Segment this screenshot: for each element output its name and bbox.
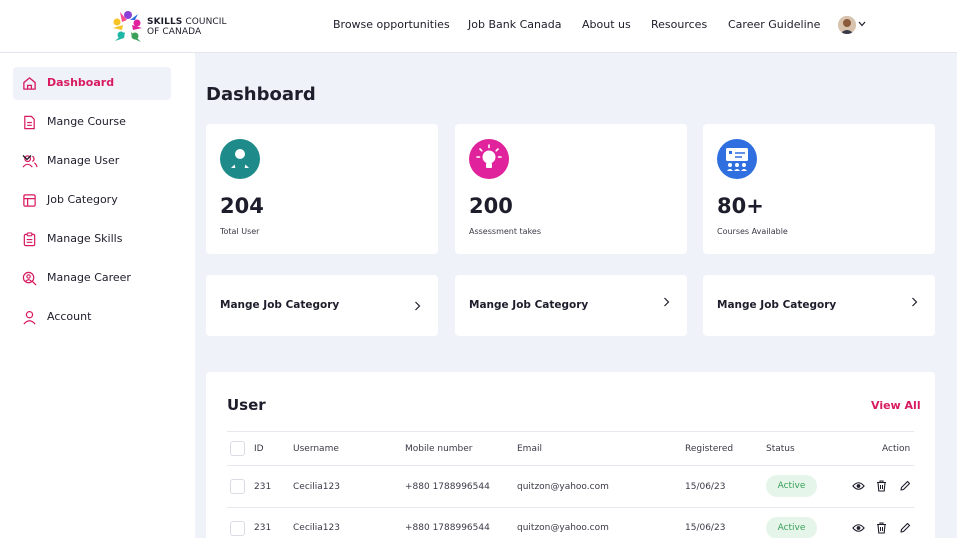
column-header-status[interactable]: Status [766, 444, 795, 454]
logo-emblem-icon [113, 11, 142, 42]
cell-email: quitzon@yahoo.com [517, 523, 609, 533]
sidebar: Dashboard Mange Course Manage User Job C… [0, 53, 195, 538]
stat-card-assessment-takes: 200 Assessment takes [455, 124, 687, 254]
home-icon [23, 77, 36, 90]
divider [227, 465, 914, 466]
view-eye-icon[interactable] [852, 481, 865, 491]
column-header-registered[interactable]: Registered [685, 444, 733, 454]
cell-id: 231 [254, 523, 272, 533]
user-table-title: User [227, 396, 266, 414]
chevron-right-icon [912, 297, 918, 307]
nav-about-us[interactable]: About us [582, 18, 631, 31]
page-title: Dashboard [206, 84, 316, 105]
stat-value: 204 [220, 194, 264, 218]
status-badge: Active [766, 475, 817, 497]
sidebar-item-dashboard[interactable]: Dashboard [13, 67, 171, 100]
column-header-mobile[interactable]: Mobile number [405, 444, 473, 454]
stat-card-total-user: 204 Total User [206, 124, 438, 254]
stat-label: Courses Available [717, 227, 788, 236]
nav-browse-opportunities[interactable]: Browse opportunities [333, 18, 450, 31]
divider [227, 431, 914, 432]
chevron-down-icon[interactable] [858, 21, 866, 27]
edit-pencil-icon[interactable] [899, 522, 911, 534]
stat-label: Total User [220, 227, 260, 236]
sidebar-item-label: Manage User [47, 154, 120, 167]
chevron-down-icon[interactable] [22, 154, 32, 161]
trash-icon[interactable] [876, 522, 887, 534]
cell-mobile: +880 1788996544 [405, 482, 490, 492]
cell-registered: 15/06/23 [685, 523, 726, 533]
edit-pencil-icon[interactable] [899, 480, 911, 492]
link-card-label: Mange Job Category [469, 299, 589, 311]
column-header-username[interactable]: Username [293, 444, 339, 454]
sidebar-item-manage-user[interactable]: Manage User [13, 145, 171, 178]
link-card-mange-job-category[interactable]: Mange Job Category [206, 275, 438, 336]
stat-value: 80+ [717, 194, 764, 218]
cell-email: quitzon@yahoo.com [517, 482, 609, 492]
nav-career-guideline[interactable]: Career Guideline [728, 18, 820, 31]
sidebar-item-label: Manage Skills [47, 232, 123, 245]
link-card-mange-job-category[interactable]: Mange Job Category [455, 275, 687, 336]
user-badge-icon [220, 139, 260, 179]
column-header-id[interactable]: ID [254, 444, 264, 454]
presentation-icon [717, 139, 757, 179]
table-icon [23, 194, 36, 207]
row-checkbox[interactable] [230, 479, 245, 494]
row-checkbox[interactable] [230, 521, 245, 536]
sidebar-item-manage-career[interactable]: Manage Career [13, 262, 171, 295]
sidebar-item-label: Manage Career [47, 271, 131, 284]
cell-mobile: +880 1788996544 [405, 523, 490, 533]
clipboard-icon [23, 232, 36, 247]
view-all-link[interactable]: View All [871, 399, 921, 412]
sidebar-item-job-category[interactable]: Job Category [13, 184, 171, 217]
divider [227, 507, 914, 508]
link-card-mange-job-category[interactable]: Mange Job Category [703, 275, 935, 336]
cell-username: Cecilia123 [293, 523, 340, 533]
chevron-right-icon [415, 301, 421, 311]
stat-card-courses-available: 80+ Courses Available [703, 124, 935, 254]
top-navigation-bar: SKILLS COUNCIL OF CANADA Browse opportun… [0, 0, 957, 53]
view-eye-icon[interactable] [852, 523, 865, 533]
sidebar-item-account[interactable]: Account [13, 301, 171, 334]
stat-value: 200 [469, 194, 513, 218]
sidebar-item-mange-course[interactable]: Mange Course [13, 106, 171, 139]
column-header-action: Action [882, 444, 911, 454]
nav-resources[interactable]: Resources [651, 18, 707, 31]
nav-job-bank-canada[interactable]: Job Bank Canada [468, 18, 561, 31]
lightbulb-icon [469, 139, 509, 179]
cell-id: 231 [254, 482, 272, 492]
chevron-right-icon [664, 297, 670, 307]
cell-registered: 15/06/23 [685, 482, 726, 492]
link-card-label: Mange Job Category [220, 299, 340, 311]
skills-council-logo[interactable]: SKILLS COUNCIL OF CANADA [110, 8, 240, 44]
sidebar-item-label: Account [47, 310, 92, 323]
trash-icon[interactable] [876, 480, 887, 492]
logo-wordmark: SKILLS COUNCIL OF CANADA [147, 17, 227, 37]
cell-username: Cecilia123 [293, 482, 340, 492]
document-icon [24, 115, 35, 130]
user-search-icon [22, 271, 37, 286]
sidebar-item-label: Job Category [47, 193, 118, 206]
user-table-card: User View All ID Username Mobile number … [206, 372, 935, 538]
sidebar-item-label: Dashboard [47, 76, 115, 89]
column-header-email[interactable]: Email [517, 444, 542, 454]
select-all-checkbox[interactable] [230, 441, 245, 456]
user-avatar[interactable] [838, 16, 856, 34]
link-card-label: Mange Job Category [717, 299, 837, 311]
user-icon [23, 310, 36, 325]
status-badge: Active [766, 517, 817, 538]
sidebar-item-label: Mange Course [47, 115, 126, 128]
sidebar-item-manage-skills[interactable]: Manage Skills [13, 223, 171, 256]
stat-label: Assessment takes [469, 227, 542, 236]
